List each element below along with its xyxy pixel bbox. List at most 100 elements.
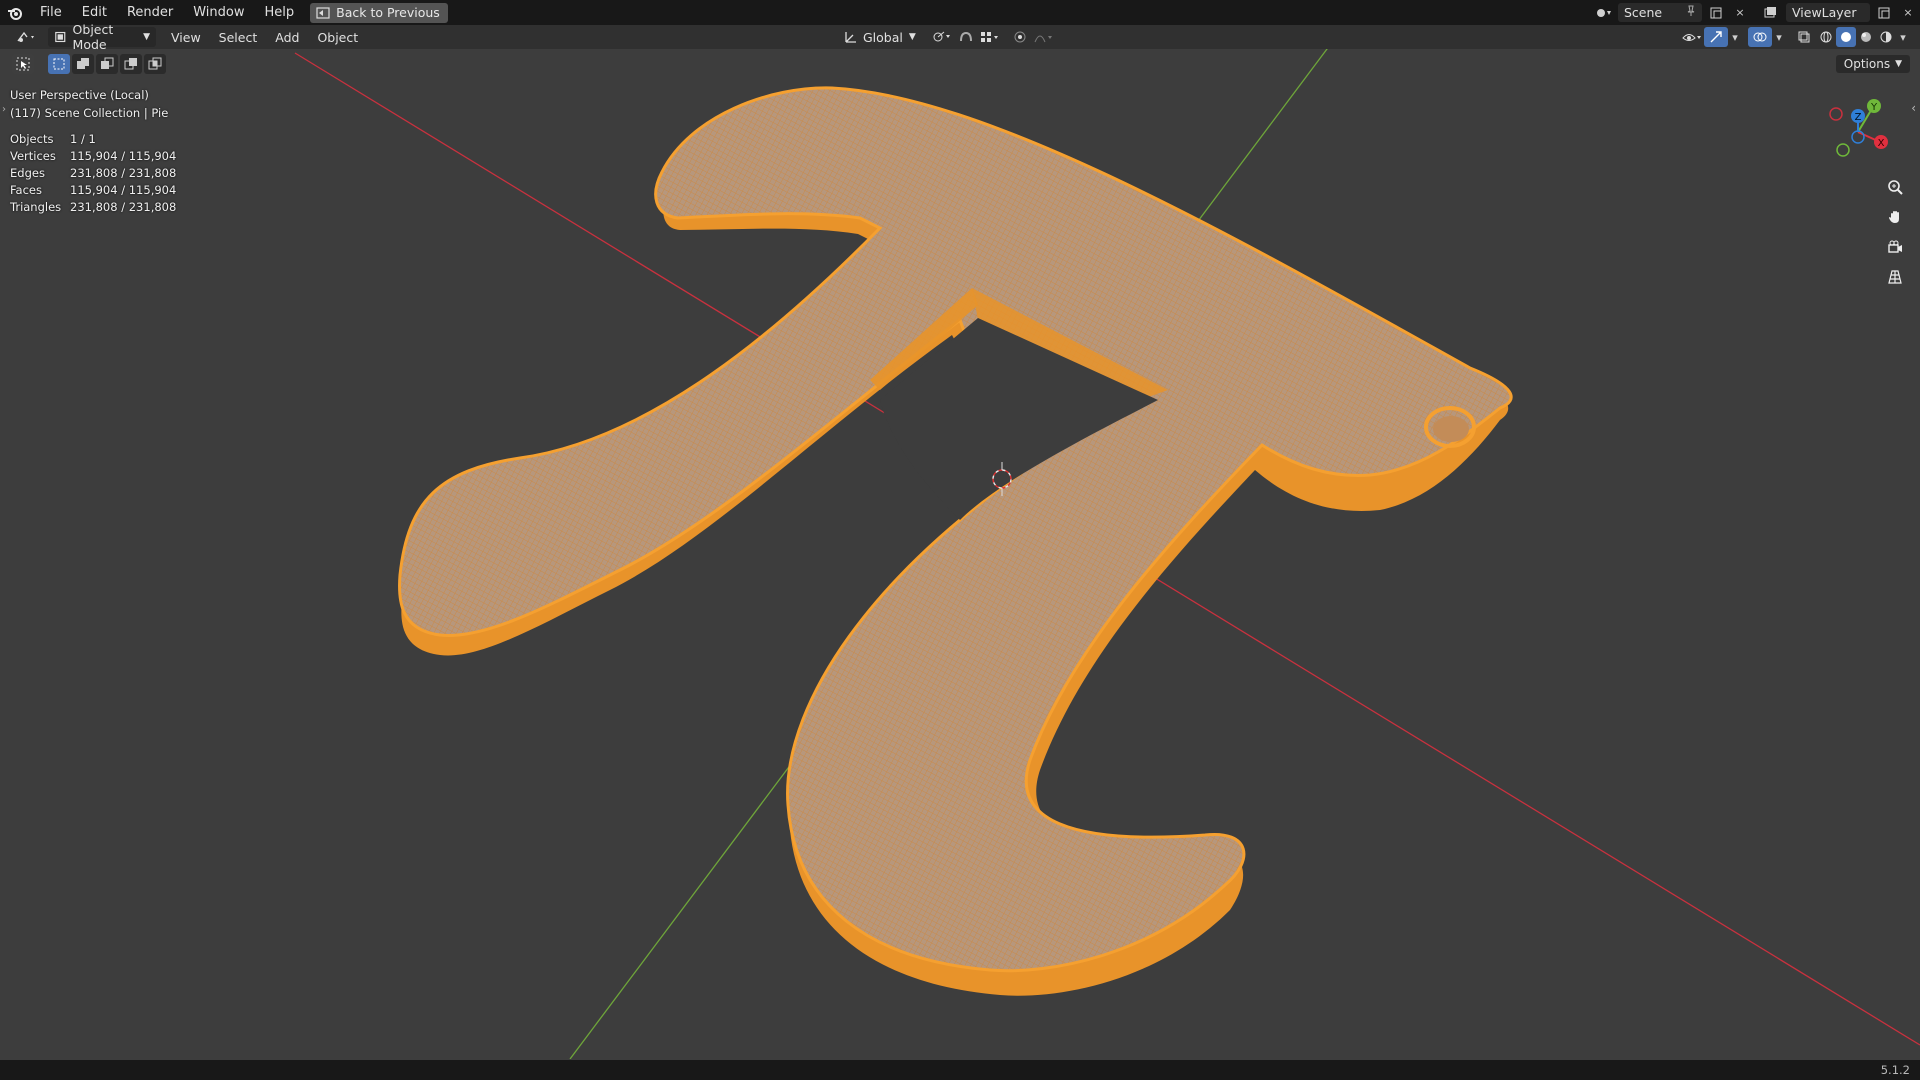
stat-label: Edges [10, 165, 45, 180]
menu-file[interactable]: File [30, 0, 72, 25]
menu-window[interactable]: Window [183, 0, 254, 25]
solid-shading-icon[interactable] [1836, 27, 1856, 47]
menu-select[interactable]: Select [210, 30, 267, 45]
select-extend-icon [77, 58, 89, 69]
orientation-label: Global [863, 29, 903, 45]
visibility-icon[interactable] [1680, 27, 1704, 47]
stat-row: Edges 231,808 / 231,808 [10, 164, 176, 181]
scene-browse-icon[interactable] [1592, 3, 1616, 23]
falloff-icon[interactable] [1032, 27, 1056, 47]
zoom-icon[interactable] [1882, 174, 1908, 200]
back-icon [316, 6, 330, 19]
gizmo-y-label: Y [1870, 102, 1878, 113]
pan-hand-icon[interactable] [1882, 204, 1908, 230]
view-layer-browse-icon[interactable] [1760, 3, 1784, 23]
snap-icon[interactable] [954, 27, 978, 47]
editor-type-icon [17, 31, 34, 42]
stat-row: Triangles 231,808 / 231,808 [10, 198, 176, 215]
stat-row: Vertices 115,904 / 115,904 [10, 147, 176, 164]
xray-toggle-icon[interactable] [1792, 27, 1816, 47]
view-layer-field[interactable]: ViewLayer [1786, 3, 1870, 22]
transform-tools: Global ▼ [838, 25, 1056, 49]
new-view-layer-icon[interactable] [1872, 3, 1896, 23]
mode-label: Object Mode [72, 22, 114, 52]
chevron-right-icon[interactable]: › [2, 104, 6, 115]
camera-view-icon[interactable] [1882, 234, 1908, 260]
select-intersect-icon [148, 57, 162, 70]
viewport-info: User Perspective (Local) (117) Scene Col… [10, 86, 168, 122]
pie-mesh-object[interactable] [398, 86, 1513, 996]
viewport-shading-tools: ▾ ▾ ▾ [1680, 25, 1910, 49]
tool-settings-row [12, 53, 168, 75]
options-label: Options [1843, 57, 1891, 71]
object-mode-icon [55, 31, 66, 43]
select-subtract-button[interactable] [96, 54, 118, 74]
back-to-previous-button[interactable]: Back to Previous [310, 2, 448, 23]
version-label: 5.1.2 [1880, 1063, 1910, 1077]
select-subtract-icon [101, 57, 114, 69]
select-tool-button[interactable] [12, 54, 34, 74]
menu-object[interactable]: Object [308, 30, 367, 45]
rendered-shading-icon[interactable] [1876, 27, 1896, 47]
stat-value: 231,808 / 231,808 [70, 199, 177, 214]
chevron-down-icon: ▼ [143, 32, 150, 42]
orientation-dropdown[interactable]: Global ▼ [838, 27, 922, 47]
overlays-toggle-icon[interactable] [1748, 27, 1772, 47]
stat-label: Objects [10, 131, 54, 146]
stat-value: 1 / 1 [70, 131, 96, 146]
scene-statistics: Objects 1 / 1 Vertices 115,904 / 115,904… [10, 130, 176, 215]
stat-value: 115,904 / 115,904 [70, 182, 177, 197]
menu-add[interactable]: Add [266, 30, 308, 45]
new-scene-icon[interactable] [1704, 3, 1728, 23]
select-new-button[interactable] [48, 54, 70, 74]
orientation-icon [845, 32, 856, 43]
close-scene-icon[interactable]: × [1728, 3, 1752, 23]
chevron-down-icon: ▼ [908, 32, 916, 42]
snap-target-icon[interactable] [978, 27, 1002, 47]
perspective-label: User Perspective (Local) [10, 88, 149, 102]
chevron-down-icon[interactable]: ▾ [1896, 27, 1910, 47]
gizmo-x-label: X [1878, 138, 1885, 149]
stat-row: Faces 115,904 / 115,904 [10, 181, 176, 198]
chevron-down-icon[interactable]: ▾ [1772, 27, 1786, 47]
select-new-icon [53, 58, 65, 70]
select-intersect-button[interactable] [144, 54, 166, 74]
pivot-icon[interactable] [930, 27, 954, 47]
3d-viewport[interactable] [0, 49, 1920, 1059]
proportional-edit-icon[interactable] [1008, 27, 1032, 47]
status-bar: 5.1.2 [0, 1060, 1920, 1080]
editor-type-button[interactable] [10, 27, 44, 47]
chevron-down-icon: ▼ [1895, 59, 1902, 69]
close-view-layer-icon[interactable]: × [1896, 3, 1920, 23]
wireframe-shading-icon[interactable] [1816, 27, 1836, 47]
select-extend-button[interactable] [72, 54, 94, 74]
navigation-gizmo[interactable]: X Y Z [1820, 92, 1900, 172]
mode-dropdown[interactable]: Object Mode ▼ [48, 22, 156, 52]
material-shading-icon[interactable] [1856, 27, 1876, 47]
stat-value: 115,904 / 115,904 [70, 148, 177, 163]
select-invert-button[interactable] [120, 54, 142, 74]
scene-name-field[interactable]: Scene [1618, 3, 1702, 22]
chevron-down-icon[interactable]: ▾ [1728, 27, 1742, 47]
top-right-controls: Scene × ViewLayer × [1592, 0, 1920, 25]
menu-view[interactable]: View [162, 30, 210, 45]
stat-label: Faces [10, 182, 42, 197]
options-dropdown[interactable]: Options ▼ [1835, 55, 1910, 73]
perspective-toggle-icon[interactable] [1882, 264, 1908, 290]
chevron-left-icon[interactable]: ‹ [1911, 101, 1916, 115]
gizmo-toggle-icon[interactable] [1704, 27, 1728, 47]
stat-value: 231,808 / 231,808 [70, 165, 177, 180]
cursor-arrow-icon [16, 57, 30, 71]
stat-row: Objects 1 / 1 [10, 130, 176, 147]
back-to-previous-label: Back to Previous [336, 5, 440, 20]
select-invert-icon [124, 58, 137, 70]
scene-name: Scene [1624, 5, 1663, 20]
stat-label: Vertices [10, 148, 56, 163]
view-layer-name: ViewLayer [1792, 5, 1857, 20]
top-bar: File Edit Render Window Help Back to Pre… [0, 0, 1920, 25]
pin-icon[interactable] [1686, 5, 1696, 20]
collection-label: (117) Scene Collection | Pie [10, 106, 169, 120]
blender-logo-icon[interactable] [0, 0, 30, 25]
stat-label: Triangles [10, 199, 62, 214]
menu-help[interactable]: Help [255, 0, 305, 25]
